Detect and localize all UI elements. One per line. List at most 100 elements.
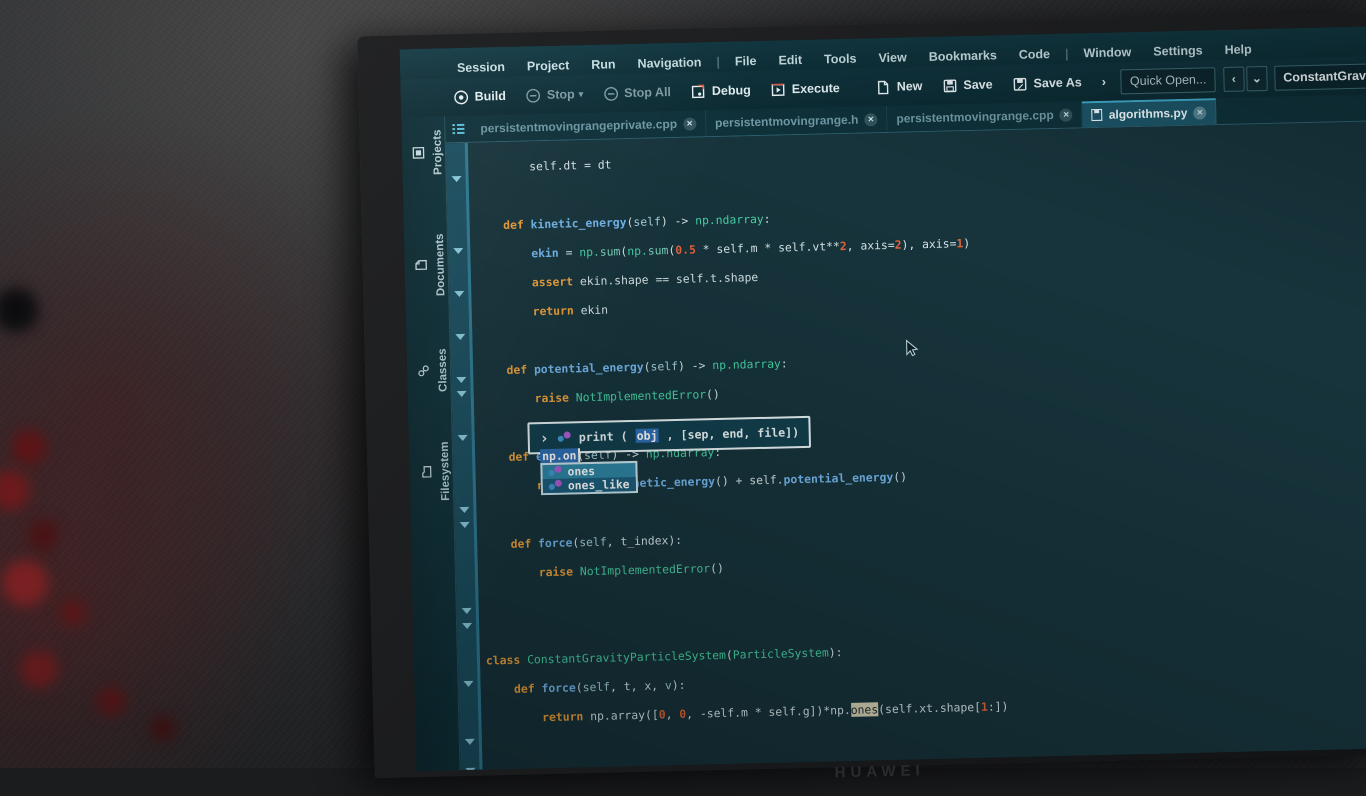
tab-persistentmovingrange-h[interactable]: persistentmovingrange.h × [706,106,888,136]
new-file-button[interactable]: New [866,74,931,99]
fold-marker[interactable] [465,768,475,770]
sidebar-item-filesystem[interactable]: Filesystem [411,434,453,508]
filesystem-icon [419,465,432,478]
autocomplete-item-label: ones_like [568,477,630,492]
toolbar-overflow-label: › [1102,75,1107,89]
completion-typed-token: np.on [540,448,579,463]
fold-marker[interactable] [454,291,464,297]
menu-item-view[interactable]: View [867,50,918,65]
build-label: Build [475,89,507,104]
code-line: return np.array([0, 0, -self.m * self.g]… [487,690,1366,726]
fold-marker[interactable] [460,522,470,528]
projects-icon [412,146,425,159]
menu-item-window[interactable]: Window [1072,45,1142,61]
sidebar-item-classes[interactable]: Classes [408,341,449,399]
save-label: Save [963,77,993,92]
autocomplete-item-ones-like[interactable]: ones_like [543,477,636,493]
save-as-button[interactable]: Save As [1003,71,1091,96]
sidebar-item-documents[interactable]: Documents [406,226,448,304]
typed-text: np.on [542,448,577,463]
build-icon [453,89,468,104]
code-line: def force(self, t, x, v): [486,661,1366,697]
tab-label: persistentmovingrangeprivate.cpp [480,117,677,136]
laptop-device: Session Project Run Navigation | File Ed… [357,13,1366,796]
nav-back-button[interactable]: ‹ [1223,66,1245,91]
fold-marker[interactable] [465,739,475,745]
code-line [478,313,1366,349]
menu-item-help[interactable]: Help [1213,42,1262,57]
mouse-pointer-icon [906,339,919,357]
dock-label-projects: Projects [431,129,444,175]
code-line: def kinetic_energy(self) -> np.ndarray: [476,197,1366,233]
fold-marker[interactable] [455,334,465,340]
execute-button[interactable]: Execute [762,76,849,101]
bokeh-berry [20,650,58,688]
close-icon[interactable]: × [1193,106,1206,119]
quick-open-placeholder: Quick Open... [1130,72,1207,88]
param-info-suffix: , [sep, end, file]) [666,425,799,442]
stop-button[interactable]: Stop ▾ [517,82,593,107]
execute-icon [771,82,786,97]
fold-marker[interactable] [462,623,472,629]
dock-label-filesystem: Filesystem [439,441,452,501]
menu-item-session[interactable]: Session [446,60,516,76]
tab-label: persistentmovingrange.cpp [896,108,1054,126]
stop-all-icon [603,86,618,101]
fold-marker[interactable] [463,681,473,687]
menu-item-code[interactable]: Code [1008,47,1062,62]
fold-marker[interactable] [452,176,462,182]
debug-button[interactable]: Debug [682,78,760,103]
fold-marker[interactable] [457,391,467,397]
param-info-active-param: obj [635,428,658,443]
quick-open-input[interactable]: Quick Open... [1121,67,1216,94]
code-line: ekin = np.sum(np.sum(0.5 * self.m * self… [476,226,1366,262]
close-icon[interactable]: × [683,117,696,130]
new-file-icon [876,79,891,94]
autocomplete-popup[interactable]: ones ones_like [540,461,638,495]
menu-item-navigation[interactable]: Navigation [626,55,712,71]
fold-marker[interactable] [462,608,472,614]
menu-item-file[interactable]: File [724,54,768,69]
menu-item-bookmarks[interactable]: Bookmarks [918,48,1008,64]
bokeh-berry [12,430,46,464]
stop-all-button[interactable]: Stop All [594,80,680,105]
tab-persistentmovingrangeprivate-cpp[interactable]: persistentmovingrangeprivate.cpp × [471,110,706,142]
save-as-icon [1012,76,1027,91]
chevron-down-icon[interactable]: ▾ [579,89,584,100]
debug-label: Debug [712,83,751,98]
sidebar-item-projects[interactable]: Projects [403,122,444,182]
menu-item-run[interactable]: Run [580,57,627,72]
fold-marker[interactable] [458,435,468,441]
function-symbol-icon [557,431,571,443]
stop-label: Stop [547,87,575,102]
param-info-prefix: print ( [579,429,628,444]
menu-item-project[interactable]: Project [516,58,581,74]
stop-icon [526,88,541,103]
function-symbol-icon [547,466,561,478]
nav-dropdown-button[interactable]: ⌄ [1246,65,1268,90]
save-button[interactable]: Save [933,73,1002,98]
menu-item-edit[interactable]: Edit [767,53,813,68]
tab-algorithms-py[interactable]: algorithms.py × [1082,98,1216,127]
symbol-selector[interactable]: ConstantGravityParticleSyst [1274,62,1366,91]
toolbar-overflow-button[interactable]: › [1093,71,1116,94]
build-button[interactable]: Build [444,84,515,109]
close-icon[interactable]: × [864,113,877,126]
toolbar-divider [857,77,858,99]
fold-marker[interactable] [456,377,466,383]
code-line: self.dt = dt [474,139,1366,175]
tab-list-icon[interactable] [445,116,472,143]
fold-marker[interactable] [453,248,463,254]
menu-item-tools[interactable]: Tools [813,51,868,66]
code-line: def potential_energy(self) -> np.ndarray… [479,342,1366,378]
tab-persistentmovingrange-cpp[interactable]: persistentmovingrange.cpp × [887,101,1083,132]
code-editor[interactable]: self.dt = dt def kinetic_energy(self) ->… [446,121,1366,770]
menu-item-settings[interactable]: Settings [1142,43,1214,59]
fold-marker[interactable] [459,507,469,513]
bokeh-berry [96,686,126,716]
bokeh-berry [60,600,86,626]
code-line: assert ekin.shape == self.t.shape [477,255,1366,291]
code-line: raise NotImplementedError() [480,371,1366,407]
chevron-right-icon[interactable]: › [540,429,549,447]
close-icon[interactable]: × [1060,108,1073,121]
